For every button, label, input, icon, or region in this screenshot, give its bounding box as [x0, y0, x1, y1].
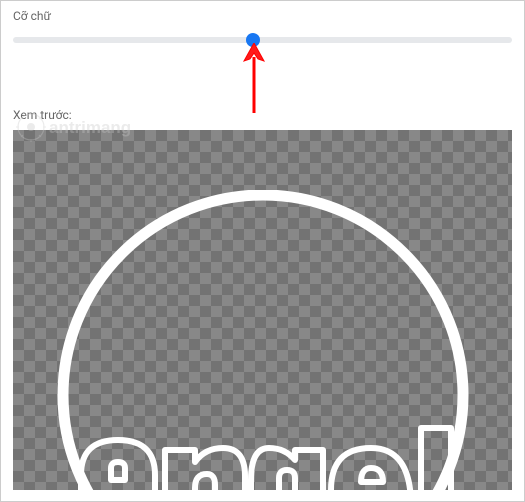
font-size-slider[interactable]: [13, 29, 512, 63]
preview-text-icon: [81, 428, 451, 490]
preview-area: [13, 130, 512, 490]
font-size-section: Cỡ chữ: [1, 1, 524, 63]
slider-thumb[interactable]: [246, 33, 260, 47]
preview-content: [13, 190, 512, 490]
preview-label-section: Xem trước:: [1, 108, 524, 122]
font-size-label: Cỡ chữ: [13, 9, 512, 23]
slider-track: [13, 37, 512, 43]
preview-label: Xem trước:: [13, 108, 512, 122]
preview-circle-icon: [63, 195, 463, 490]
preview-svg: [13, 190, 512, 490]
